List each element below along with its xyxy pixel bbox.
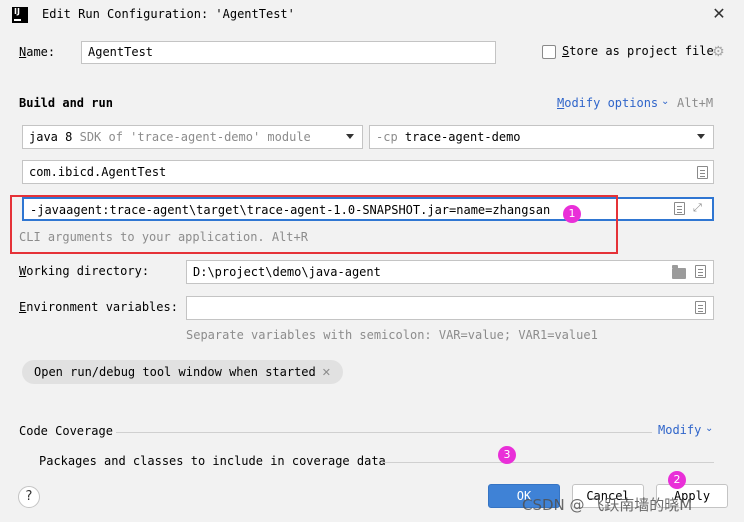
store-as-project-label[interactable]: Store as project file [562,44,714,58]
working-directory-input[interactable]: D:\project\demo\java-agent [186,260,714,284]
main-class-value: com.ibicd.AgentTest [29,165,167,179]
watermark: CSDN @ 飞跃南墙的晓M [522,496,693,514]
close-icon[interactable]: ✕ [710,5,728,23]
intellij-icon: IJ [12,7,28,23]
working-directory-label: Working directory: [19,264,150,278]
modify-options-link[interactable]: Modify options [557,96,658,110]
dropdown-arrow-icon [697,134,705,139]
code-coverage-title: Code Coverage [19,424,113,438]
browse-icon[interactable] [697,166,708,179]
help-button[interactable]: ? [18,486,40,508]
working-directory-value: D:\project\demo\java-agent [193,265,381,279]
document-icon[interactable] [674,202,685,215]
coverage-modify-link[interactable]: Modify [658,423,701,437]
jdk-select[interactable]: java 8 SDK of 'trace-agent-demo' module [22,125,363,149]
highlight-box [10,195,618,254]
title-bar: IJ Edit Run Configuration: 'AgentTest' ✕ [0,0,744,32]
document-icon[interactable] [695,301,706,314]
section-divider [116,432,652,433]
main-class-input[interactable]: com.ibicd.AgentTest [22,160,714,184]
name-label: Name: [19,45,56,59]
jdk-detail: SDK of 'trace-agent-demo' module [79,130,311,144]
environment-variables-hint: Separate variables with semicolon: VAR=v… [186,328,598,342]
gear-icon[interactable]: ⚙ [712,44,725,60]
cp-flag: -cp [376,130,398,144]
modify-options-shortcut: Alt+M [677,96,714,110]
name-input[interactable]: AgentTest [81,41,496,64]
environment-variables-input[interactable] [186,296,714,320]
store-as-project-checkbox[interactable] [542,45,556,59]
window-title: Edit Run Configuration: 'AgentTest' [42,7,295,21]
chevron-down-icon: ⌄ [661,96,670,107]
classpath-select[interactable]: -cp trace-agent-demo [369,125,714,149]
packages-label: Packages and classes to include in cover… [39,454,386,468]
build-and-run-title: Build and run [19,96,113,110]
document-icon[interactable] [695,265,706,278]
folder-icon[interactable] [672,265,686,279]
jdk-version: java 8 [29,130,73,144]
section-divider [382,462,714,463]
expand-icon[interactable]: ⤢ [693,201,702,215]
chevron-down-icon: ⌄ [705,423,714,434]
environment-variables-label: Environment variables: [19,300,178,314]
cp-module: trace-agent-demo [404,130,521,144]
open-tool-window-chip[interactable]: Open run/debug tool window when started ✕ [22,360,343,384]
chip-label: Open run/debug tool window when started [34,365,316,379]
annotation-badge-3: 3 [498,446,516,464]
remove-icon[interactable]: ✕ [322,366,331,379]
annotation-badge-1: 1 [563,205,581,223]
annotation-badge-2: 2 [668,471,686,489]
dropdown-arrow-icon [346,134,354,139]
